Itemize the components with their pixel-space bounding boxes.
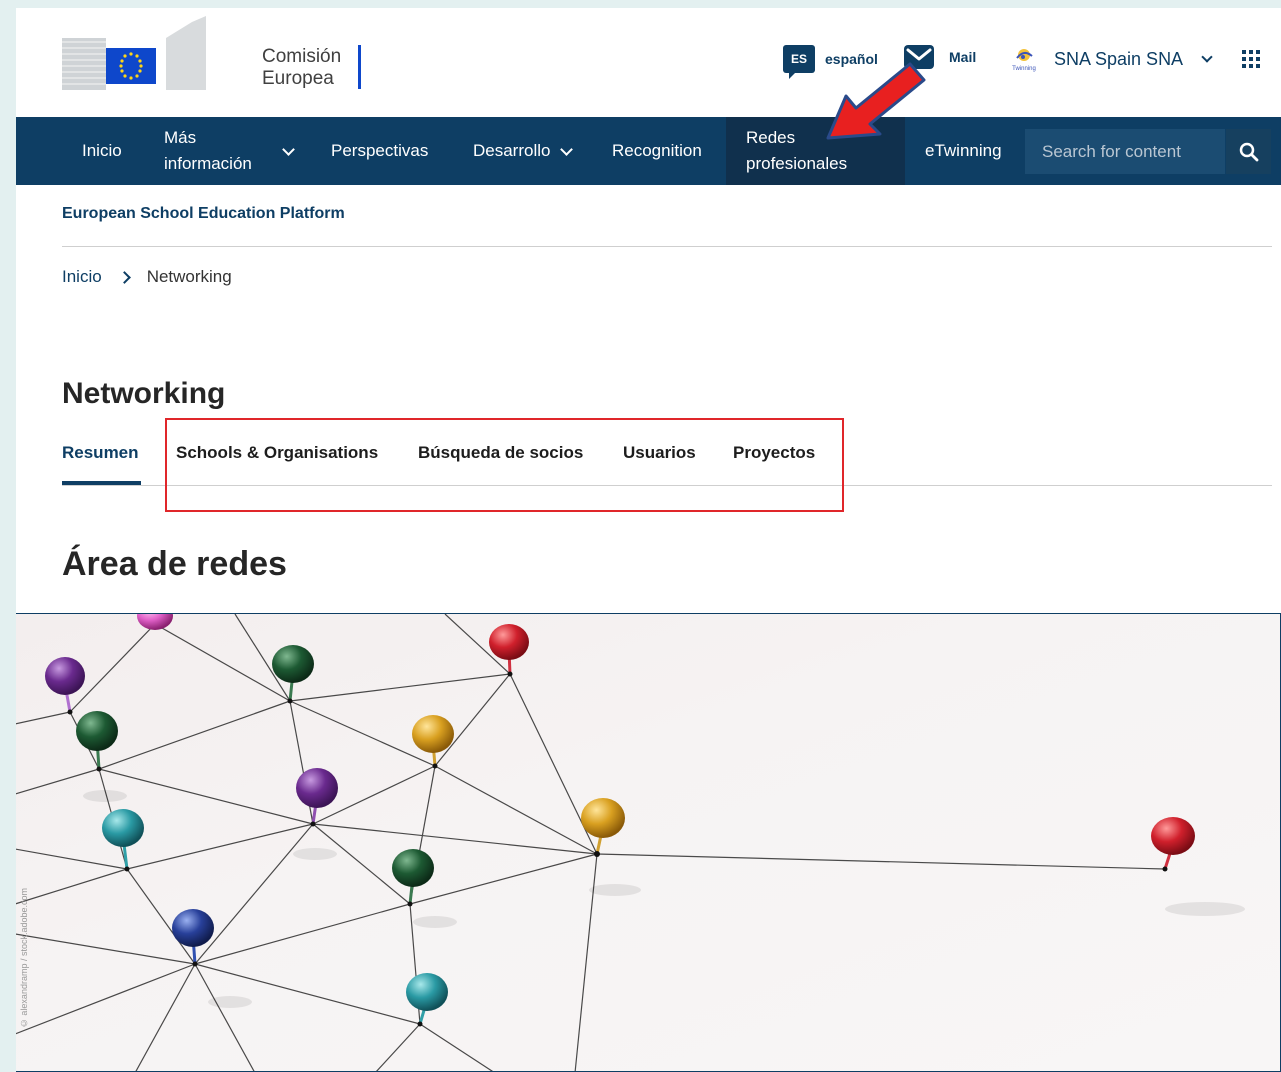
nav-item-label: Más información [164, 128, 252, 173]
pin-network-illustration [16, 614, 1245, 1071]
european-commission-logo[interactable]: Comisión Europea [62, 12, 361, 98]
logo-line-2: Europea [262, 68, 334, 89]
nav-item-perspectivas[interactable]: Perspectivas [331, 117, 428, 185]
breadcrumb-current: Networking [146, 267, 232, 286]
nav-item-inicio[interactable]: Inicio [82, 117, 122, 185]
page: Comisión Europea ES español Mail Twinnin… [16, 8, 1281, 1072]
page-title: Networking [62, 377, 226, 410]
image-credit: © alexandramp / stock.adobe.com [19, 888, 29, 1029]
nav-item-label: Inicio [82, 141, 122, 160]
nav-item-label: Desarrollo [473, 141, 551, 160]
breadcrumb: Inicio Networking [62, 267, 232, 287]
search-button[interactable] [1226, 129, 1271, 174]
nav-item-etwinning[interactable]: eTwinning [925, 117, 1002, 185]
nav-item-label: eTwinning [925, 141, 1002, 160]
mail-label: Mail [949, 49, 977, 65]
language-code-badge: ES [783, 45, 815, 79]
red-arrow-annotation-icon [826, 62, 926, 140]
main-navigation: Inicio Más información Perspectivas Desa… [16, 117, 1281, 185]
logo-text: Comisión Europea [262, 46, 341, 90]
chevron-right-icon [117, 270, 131, 284]
nav-item-label: Recognition [612, 141, 702, 160]
red-highlight-box [165, 418, 844, 512]
twinning-logo-icon: Twinning [1012, 49, 1036, 72]
divider [62, 246, 1272, 247]
nav-item-label: Perspectivas [331, 141, 429, 160]
apps-grid-icon[interactable] [1242, 50, 1260, 68]
chevron-down-icon [282, 142, 295, 156]
user-name: SNA Spain SNA [1054, 48, 1184, 69]
section-title: Área de redes [62, 545, 287, 583]
nav-item-mas-informacion[interactable]: Más información [164, 117, 295, 185]
tab-resumen[interactable]: Resumen [62, 443, 139, 463]
search-input[interactable] [1025, 129, 1225, 174]
breadcrumb-home-link[interactable]: Inicio [62, 267, 102, 287]
chevron-down-icon [1201, 50, 1213, 63]
networking-hero-image [16, 613, 1281, 1072]
platform-name[interactable]: European School Education Platform [62, 205, 345, 223]
search-icon [1239, 142, 1258, 161]
user-menu[interactable]: Twinning SNA Spain SNA [1006, 46, 1213, 72]
svg-text:Twinning: Twinning [1012, 66, 1036, 72]
ec-emblem-icon [62, 16, 206, 90]
nav-item-recognition[interactable]: Recognition [612, 117, 702, 185]
chevron-down-icon [560, 142, 574, 156]
logo-divider [358, 45, 361, 89]
nav-item-desarrollo[interactable]: Desarrollo [473, 117, 574, 185]
logo-line-1: Comisión [262, 46, 342, 67]
